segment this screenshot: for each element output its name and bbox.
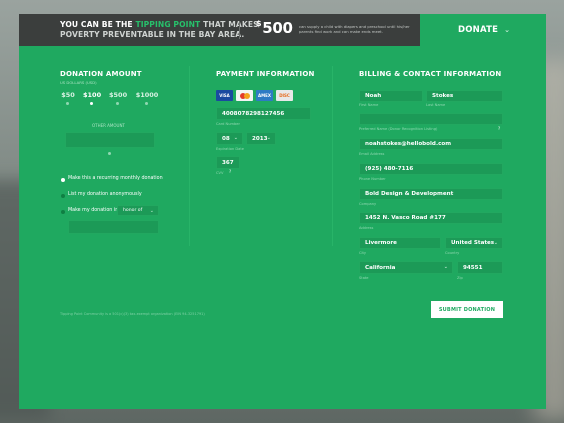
last-name-input[interactable]: Stokes: [426, 90, 503, 102]
billing-title: BILLING & CONTACT INFORMATION: [359, 70, 502, 78]
country-label: Country: [445, 251, 460, 255]
tagline-text: THAT MAKES: [203, 20, 259, 29]
recurring-label: Make this a recurring monthly donation: [68, 176, 163, 181]
radio-dot: [145, 102, 148, 105]
other-amount-input[interactable]: [65, 132, 155, 148]
anonymous-label: List my donation anonymously: [68, 192, 142, 197]
radio-dot: [108, 152, 111, 155]
chevron-down-icon: ⌄: [149, 208, 154, 214]
last-name-label: Last Name: [426, 103, 446, 107]
card-number-input[interactable]: 4008078298127456: [216, 107, 311, 120]
cvv-label: CVV: [216, 171, 224, 175]
tribute-select-value: honor of: [123, 208, 143, 213]
cvv-input[interactable]: 367: [216, 156, 240, 169]
first-name-label: First Name: [359, 103, 379, 107]
amount-label: $1000: [135, 91, 159, 99]
amount-label: $100: [83, 91, 102, 99]
selected-amount: $500: [256, 19, 293, 37]
address-input[interactable]: 1452 N. Vasco Road #177: [359, 212, 503, 224]
column-divider: [189, 66, 190, 246]
radio-dot: [90, 102, 93, 105]
amount-option-100[interactable]: $100: [83, 90, 101, 106]
preferred-name-input[interactable]: [359, 113, 503, 125]
help-icon[interactable]: ?: [229, 169, 231, 174]
recurring-radio[interactable]: [61, 178, 65, 182]
city-label: City: [359, 251, 367, 255]
exp-year-value: 2013: [252, 135, 268, 142]
other-amount-label: OTHER AMOUNT: [92, 123, 125, 128]
tagline-text: POVERTY PREVENTABLE: [60, 30, 164, 39]
help-icon[interactable]: ?: [498, 126, 500, 131]
currency-symbol: $: [256, 19, 262, 28]
amount-option-1000[interactable]: $1000: [135, 90, 159, 106]
amount-option-50[interactable]: $50: [59, 90, 77, 106]
payment-title: PAYMENT INFORMATION: [216, 70, 315, 78]
tagline-highlight: TIPPING POINT: [135, 20, 201, 29]
state-select[interactable]: California ⌄: [359, 261, 453, 274]
amex-icon: AMEX: [256, 90, 273, 101]
zip-label: Zip: [457, 276, 463, 280]
preferred-name-label: Preferred Name (Donor Recognition Listin…: [359, 127, 438, 131]
amount-description: can supply a child with diapers and pres…: [299, 24, 410, 34]
radio-dot: [116, 102, 119, 105]
column-divider: [332, 66, 333, 246]
tagline: YOU CAN BE THE TIPPING POINT THAT MAKES …: [60, 20, 259, 40]
company-input[interactable]: Bold Design & Development: [359, 188, 503, 200]
tribute-select[interactable]: honor of ⌄: [117, 205, 159, 216]
radio-dot: [66, 102, 69, 105]
header-divider: [239, 21, 240, 39]
anonymous-radio[interactable]: [61, 194, 65, 198]
company-label: Company: [359, 202, 377, 206]
other-amount-radio[interactable]: [101, 150, 119, 158]
phone-label: Phone Number: [359, 177, 386, 181]
amount-label: $50: [61, 91, 75, 99]
amount-option-500[interactable]: $500: [109, 90, 127, 106]
donation-panel: YOU CAN BE THE TIPPING POINT THAT MAKES …: [19, 14, 546, 409]
donate-label: DONATE: [458, 25, 499, 35]
currency-subtitle: US DOLLARS (USD): [60, 80, 97, 85]
chevron-down-icon: ⌄: [493, 240, 498, 246]
header-bar: YOU CAN BE THE TIPPING POINT THAT MAKES …: [19, 14, 546, 46]
tribute-label: Make my donation in: [68, 208, 119, 213]
phone-input[interactable]: (925) 480-7116: [359, 163, 503, 175]
zip-input[interactable]: 94551: [457, 261, 503, 274]
amount-value: 500: [262, 19, 293, 37]
tagline-text: IN THE BAY AREA.: [166, 30, 245, 39]
card-number-label: Card Number: [216, 122, 240, 126]
email-input[interactable]: noahstokes@hellobold.com: [359, 138, 503, 150]
footnote: Tipping Point Community is a 501(c)(3) t…: [60, 312, 205, 316]
chevron-down-icon: ⌄: [233, 135, 238, 141]
tagline-text: YOU CAN BE THE: [60, 20, 133, 29]
state-value: California: [365, 264, 396, 271]
email-label: Email Address: [359, 152, 385, 156]
state-label: State: [359, 276, 369, 280]
chevron-down-icon: ⌄: [266, 135, 271, 141]
donation-amount-title: DONATION AMOUNT: [60, 70, 142, 78]
tribute-name-input[interactable]: [68, 220, 159, 234]
first-name-input[interactable]: Noah: [359, 90, 423, 102]
amount-label: $500: [109, 91, 128, 99]
visa-icon: VISA: [216, 90, 233, 101]
exp-date-label: Expiration Date: [216, 147, 244, 151]
chevron-down-icon: ⌄: [504, 26, 511, 34]
city-input[interactable]: Livermore: [359, 237, 441, 249]
card-logos: VISA AMEX DISC: [216, 90, 293, 101]
donate-button[interactable]: DONATE ⌄: [420, 14, 546, 46]
exp-month-select[interactable]: 08 ⌄: [216, 132, 243, 145]
submit-donation-button[interactable]: SUBMIT DONATION: [431, 301, 503, 318]
exp-month-value: 08: [222, 135, 230, 142]
address-label: Address: [359, 226, 374, 230]
chevron-down-icon: ⌄: [443, 264, 448, 270]
mastercard-icon: [236, 90, 253, 101]
exp-year-select[interactable]: 2013 ⌄: [246, 132, 276, 145]
country-value: United States: [451, 240, 495, 246]
tribute-radio[interactable]: [61, 210, 65, 214]
country-select[interactable]: United States ⌄: [445, 237, 503, 249]
discover-icon: DISC: [276, 90, 293, 101]
